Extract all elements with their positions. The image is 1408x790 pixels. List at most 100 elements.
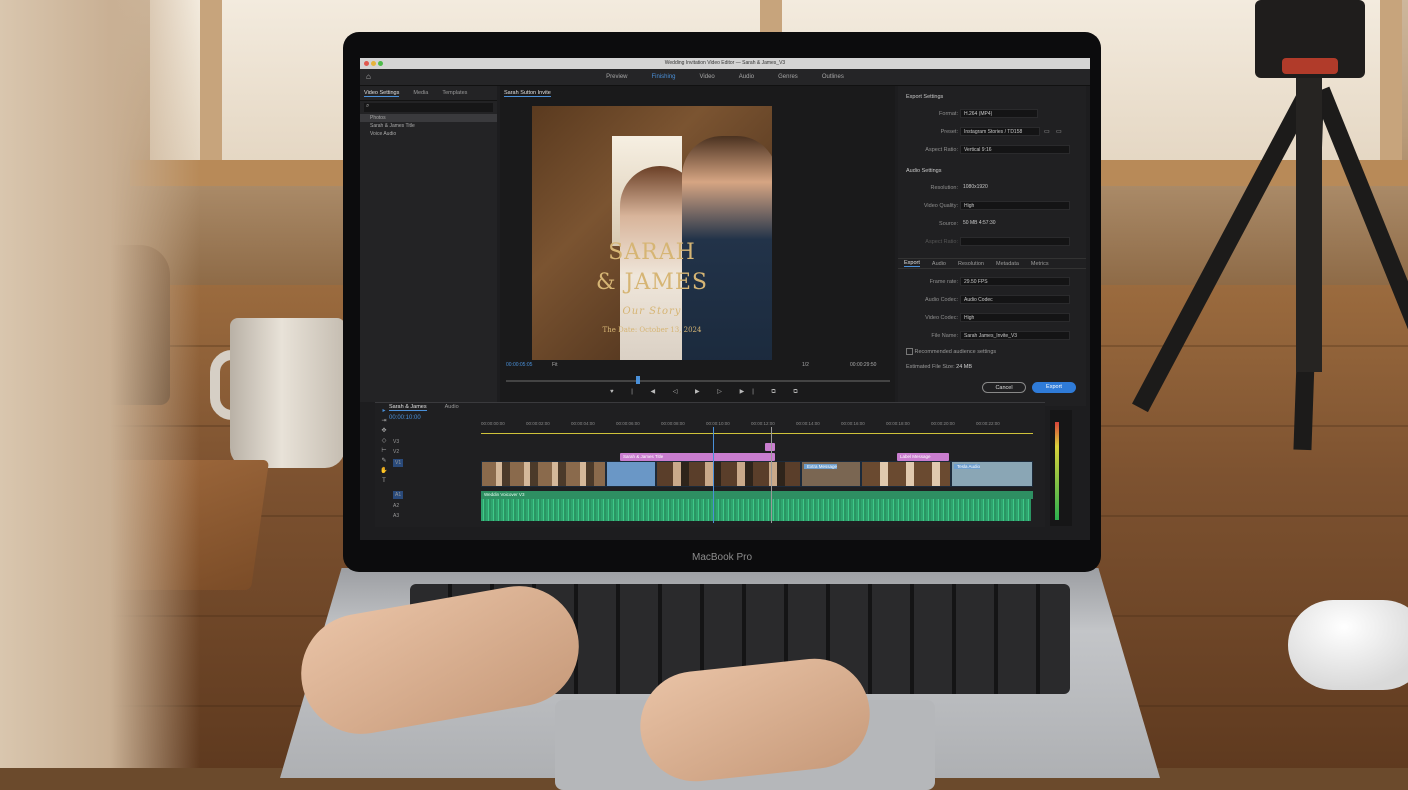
folder-icon[interactable]: ▭ xyxy=(1044,128,1050,135)
tab-templates[interactable]: Templates xyxy=(442,90,467,96)
tree-item-photos[interactable]: Photos xyxy=(360,114,497,122)
audience-checkbox-label: Recommended audience settings xyxy=(914,348,997,355)
nav-finishing[interactable]: Finishing xyxy=(652,74,676,80)
audio-meter xyxy=(1050,410,1072,526)
razor-tool-icon[interactable]: ◇ xyxy=(380,437,388,445)
tripod-column xyxy=(1296,72,1322,372)
ruler-tick: 00:00:00:00 xyxy=(481,421,505,426)
slip-tool-icon[interactable]: ⊢ xyxy=(380,447,388,455)
track-label-a1[interactable]: A1 xyxy=(393,491,404,499)
tab-sequence[interactable]: Sarah & James xyxy=(389,404,427,411)
work-area-bar[interactable] xyxy=(481,433,1033,434)
selection-tool-icon[interactable]: ▸ xyxy=(380,407,388,415)
tree-item-voice-audio[interactable]: Voice Audio xyxy=(360,130,497,138)
tab-timeline-audio[interactable]: Audio xyxy=(445,404,459,411)
ruler-tick: 00:00:02:00 xyxy=(526,421,550,426)
title-clip-marker[interactable] xyxy=(765,443,775,451)
zoom-select[interactable]: Fit xyxy=(552,362,558,368)
video-frame: SARAH & JAMES Our Story The Date: Octobe… xyxy=(532,106,772,360)
ruler-tick: 00:00:14:00 xyxy=(796,421,820,426)
transport-controls[interactable]: ♥ | ◀ ◁ ▶ ▷ ▶| ⧉ ⧉ xyxy=(610,388,806,396)
export-button[interactable]: Export xyxy=(1032,382,1076,393)
nav-audio[interactable]: Audio xyxy=(739,74,754,80)
ripple-edit-icon[interactable]: ✥ xyxy=(380,427,388,435)
tab-media[interactable]: Media xyxy=(413,90,428,96)
nav-genres[interactable]: Genres xyxy=(778,74,798,80)
video-clip-extra-message[interactable]: Extra Message xyxy=(801,461,861,487)
frame-rate-select[interactable]: 29.50 FPS xyxy=(960,277,1070,286)
tab-video-settings[interactable]: Video Settings xyxy=(364,90,400,97)
nav-preview[interactable]: Preview xyxy=(606,74,627,80)
ruler-tick: 00:00:22:00 xyxy=(976,421,1000,426)
mouse[interactable] xyxy=(1288,600,1408,690)
video-clip[interactable] xyxy=(606,461,656,487)
nav-video[interactable]: Video xyxy=(700,74,715,80)
in-marker[interactable] xyxy=(771,427,772,523)
track-label-v3[interactable]: V3 xyxy=(393,439,399,445)
track-select-icon[interactable]: ⇥ xyxy=(380,417,388,425)
tab-audio[interactable]: Audio xyxy=(932,261,946,267)
tab-viewer[interactable]: Sarah Sutton Invite xyxy=(504,90,551,97)
label-message-clip[interactable]: Label Message xyxy=(897,453,949,461)
format-select[interactable]: H.264 (MP4) xyxy=(960,109,1038,118)
ruler-tick: 00:00:04:00 xyxy=(571,421,595,426)
audio-codec-select[interactable]: Audio Codec xyxy=(960,295,1070,304)
video-codec-select[interactable]: High xyxy=(960,313,1070,322)
hand-tool-icon[interactable]: ✋ xyxy=(380,467,388,475)
audience-settings-row: Recommended audience settings xyxy=(906,348,996,355)
close-dot-icon[interactable] xyxy=(364,61,369,66)
home-icon[interactable]: ⌂ xyxy=(366,72,371,81)
audio-waveform[interactable] xyxy=(481,499,1031,521)
timeline-ruler: 00:00:00:00 00:00:02:00 00:00:04:00 00:0… xyxy=(481,421,1041,429)
zoom-dot-icon[interactable] xyxy=(378,61,383,66)
type-tool-icon[interactable]: T xyxy=(380,477,388,485)
video-clip[interactable] xyxy=(481,461,606,487)
title-clip[interactable]: Sarah & James Title xyxy=(620,453,775,461)
video-clip[interactable] xyxy=(861,461,951,487)
project-panel: Video Settings Media Templates ⌕ Photos … xyxy=(360,86,497,402)
aspect-input[interactable]: Vertical 9:16 xyxy=(960,145,1070,154)
estimate-row: Estimated File Size: 24 MB xyxy=(906,364,973,370)
file-name-input[interactable]: Sarah James_Invite_V3 xyxy=(960,331,1070,340)
video-clip-tesla-audio[interactable]: Tesla Audio xyxy=(951,461,1033,487)
aspect2-row: Aspect Ratio: xyxy=(898,236,1086,248)
scrubber-handle[interactable] xyxy=(636,376,640,384)
save-preset-icon[interactable]: ▭ xyxy=(1056,128,1062,135)
track-label-a2[interactable]: A2 xyxy=(393,503,399,509)
search-icon: ⌕ xyxy=(366,103,370,109)
minimize-dot-icon[interactable] xyxy=(371,61,376,66)
aspect2-input[interactable] xyxy=(960,237,1070,246)
tab-resolution[interactable]: Resolution xyxy=(958,261,984,267)
window-title: Wedding Invitation Video Editor — Sarah … xyxy=(664,60,786,66)
video-clip-label: Tesla Audio xyxy=(954,464,981,469)
track-label-a3[interactable]: A3 xyxy=(393,513,399,519)
viewer-timecode: 00:00:05:05 xyxy=(506,362,533,368)
audience-checkbox[interactable] xyxy=(906,348,913,355)
project-tabs: Video Settings Media Templates xyxy=(360,86,497,101)
tab-metrics[interactable]: Metrics xyxy=(1031,261,1049,267)
ruler-tick: 00:00:20:00 xyxy=(931,421,955,426)
nav-outlines[interactable]: Outlines xyxy=(822,74,844,80)
audio-clip-label: Weddin Voicover V3 xyxy=(484,492,525,497)
audio-level-bar xyxy=(1055,422,1059,520)
export-settings-head: Export Settings xyxy=(906,94,944,100)
track-label-v2[interactable]: V2 xyxy=(393,449,399,455)
video-clip[interactable] xyxy=(656,461,801,487)
scrubber[interactable] xyxy=(506,380,890,382)
cancel-button[interactable]: Cancel xyxy=(982,382,1026,393)
audio-clip-header[interactable]: Weddin Voicover V3 xyxy=(481,491,1033,499)
tab-export[interactable]: Export xyxy=(904,260,920,267)
video-quality-select[interactable]: High xyxy=(960,201,1070,210)
window-titlebar: Wedding Invitation Video Editor — Sarah … xyxy=(360,58,1090,69)
tree-item-title[interactable]: Sarah & James Title xyxy=(360,122,497,130)
search-input[interactable]: ⌕ xyxy=(364,103,493,112)
ruler-tick: 00:00:08:00 xyxy=(661,421,685,426)
format-row: Format: H.264 (MP4) xyxy=(898,108,1086,120)
playhead[interactable] xyxy=(713,427,714,523)
ruler-tick: 00:00:18:00 xyxy=(886,421,910,426)
track-label-v1[interactable]: V1 xyxy=(393,459,404,467)
tool-strip: ▸ ⇥ ✥ ◇ ⊢ ✎ ✋ T xyxy=(377,403,387,523)
tab-metadata[interactable]: Metadata xyxy=(996,261,1019,267)
preset-select[interactable]: Instagram Stories / TD158 xyxy=(960,127,1040,136)
pen-tool-icon[interactable]: ✎ xyxy=(380,457,388,465)
